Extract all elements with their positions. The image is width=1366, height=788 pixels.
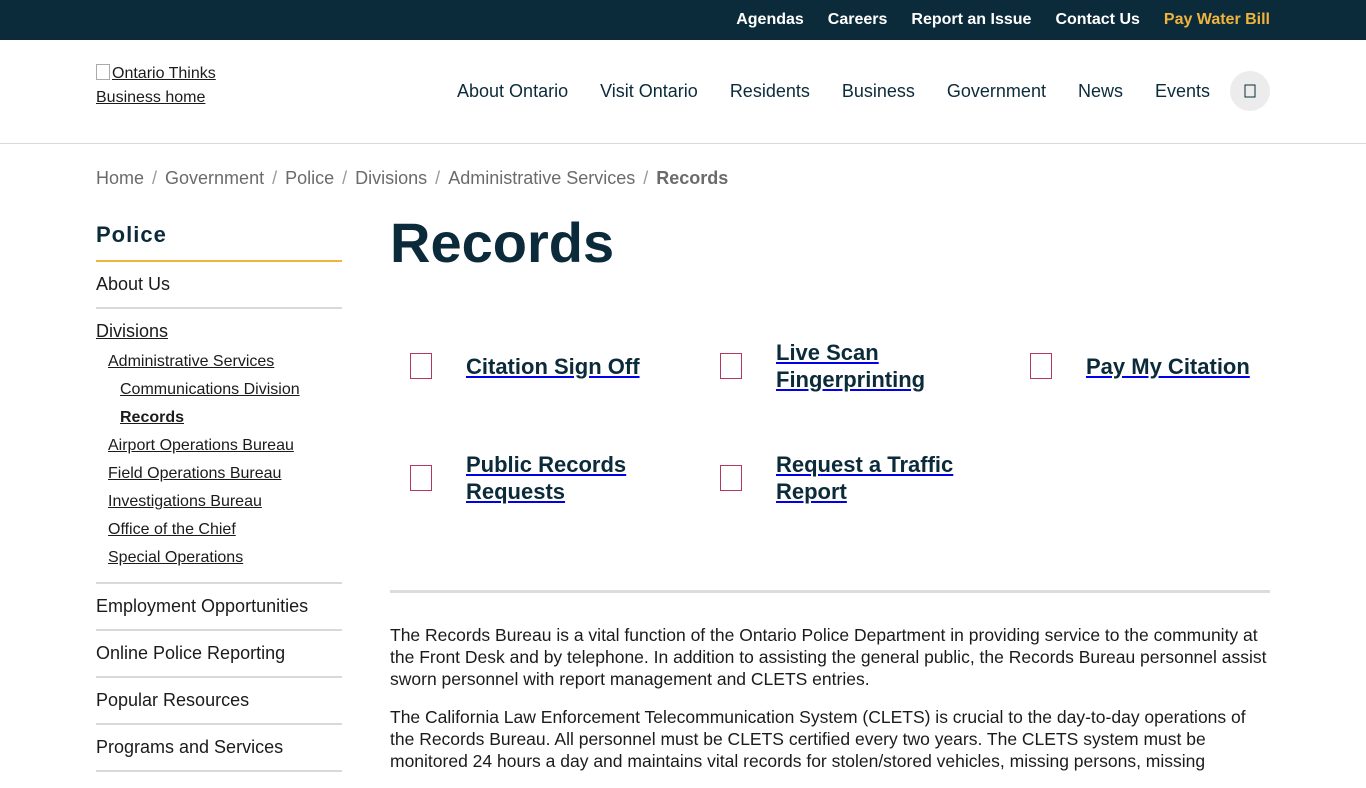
breadcrumb-home[interactable]: Home (96, 168, 144, 189)
quick-link-label: Live Scan Fingerprinting (776, 340, 926, 392)
sidebar-item-divisions[interactable]: Divisions (96, 309, 342, 348)
quick-link-label: Citation Sign Off (466, 353, 640, 379)
agendas-link[interactable]: Agendas (736, 11, 804, 29)
nav-events[interactable]: Events (1155, 81, 1210, 102)
nav-government[interactable]: Government (947, 81, 1046, 102)
search-icon (1244, 84, 1256, 98)
page-title: Records (390, 211, 615, 274)
quick-link-pay-citation[interactable]: Pay My Citation (1010, 340, 1300, 392)
quick-link-live-scan[interactable]: Live Scan Fingerprinting (700, 340, 990, 392)
breadcrumb-separator: / (342, 168, 348, 188)
records-icon (410, 465, 432, 491)
breadcrumb-police[interactable]: Police (285, 168, 334, 189)
quick-link-label: Public Records Requests (466, 452, 627, 504)
quick-link-public-records[interactable]: Public Records Requests (390, 452, 680, 504)
sidebar-item-programs-services[interactable]: Programs and Services (96, 725, 342, 772)
quick-link-citation-sign-off[interactable]: Citation Sign Off (390, 340, 680, 392)
sidebar-item-about-us[interactable]: About Us (96, 262, 342, 309)
contact-us-link[interactable]: Contact Us (1055, 11, 1139, 29)
sidebar-group-divisions: Divisions Administrative Services Commun… (96, 309, 342, 584)
nav-visit-ontario[interactable]: Visit Ontario (600, 81, 698, 102)
breadcrumb-administrative-services[interactable]: Administrative Services (448, 168, 635, 189)
broken-image-icon (96, 64, 110, 80)
content-divider (390, 590, 1270, 593)
breadcrumb: Home / Government / Police / Divisions /… (96, 168, 728, 189)
breadcrumb-separator: / (643, 168, 649, 188)
logo-alt-text: Ontario Thinks Business home (96, 65, 216, 106)
breadcrumb-current: Records (656, 168, 729, 188)
quick-link-traffic-report[interactable]: Request a Traffic Report (700, 452, 990, 504)
sidebar-item-special-operations[interactable]: Special Operations (96, 544, 342, 572)
utility-links: Agendas Careers Report an Issue Contact … (712, 0, 1270, 40)
site-logo[interactable]: Ontario Thinks Business home (96, 62, 226, 110)
car-icon (720, 465, 742, 491)
utility-bar: Agendas Careers Report an Issue Contact … (0, 0, 1366, 40)
nav-residents[interactable]: Residents (730, 81, 810, 102)
breadcrumb-government[interactable]: Government (165, 168, 264, 189)
pay-water-bill-link[interactable]: Pay Water Bill (1164, 11, 1270, 29)
quick-link-label: Pay My Citation (1086, 353, 1250, 379)
sidebar: Police About Us Divisions Administrative… (96, 222, 342, 772)
sidebar-item-communications-division[interactable]: Communications Division (96, 376, 342, 404)
sidebar-item-records[interactable]: Records (96, 404, 342, 432)
nav-news[interactable]: News (1078, 81, 1123, 102)
breadcrumb-separator: / (272, 168, 278, 188)
search-button[interactable] (1230, 71, 1270, 111)
site-header: Ontario Thinks Business home About Ontar… (0, 40, 1366, 144)
breadcrumb-divisions[interactable]: Divisions (355, 168, 427, 189)
sidebar-item-administrative-services[interactable]: Administrative Services (96, 348, 342, 376)
nav-about-ontario[interactable]: About Ontario (457, 81, 568, 102)
document-icon (410, 353, 432, 379)
paragraph: The California Law Enforcement Telecommu… (390, 707, 1246, 771)
sidebar-item-field-operations[interactable]: Field Operations Bureau (96, 460, 342, 488)
sidebar-item-investigations[interactable]: Investigations Bureau (96, 488, 342, 516)
payment-icon (1030, 353, 1052, 379)
paragraph: The Records Bureau is a vital function o… (390, 625, 1267, 689)
sidebar-item-office-of-the-chief[interactable]: Office of the Chief (96, 516, 342, 544)
main-nav: About Ontario Visit Ontario Residents Bu… (425, 40, 1210, 142)
breadcrumb-separator: / (152, 168, 158, 188)
fingerprint-icon (720, 353, 742, 379)
sidebar-item-airport-operations[interactable]: Airport Operations Bureau (96, 432, 342, 460)
sidebar-item-online-reporting[interactable]: Online Police Reporting (96, 631, 342, 678)
quick-link-label: Request a Traffic Report (776, 452, 954, 504)
careers-link[interactable]: Careers (828, 11, 888, 29)
main-content: The Records Bureau is a vital function o… (390, 624, 1272, 788)
nav-business[interactable]: Business (842, 81, 915, 102)
sidebar-item-employment[interactable]: Employment Opportunities (96, 584, 342, 631)
report-issue-link[interactable]: Report an Issue (911, 11, 1031, 29)
breadcrumb-separator: / (435, 168, 441, 188)
sidebar-item-popular-resources[interactable]: Popular Resources (96, 678, 342, 725)
sidebar-title: Police (96, 222, 342, 262)
